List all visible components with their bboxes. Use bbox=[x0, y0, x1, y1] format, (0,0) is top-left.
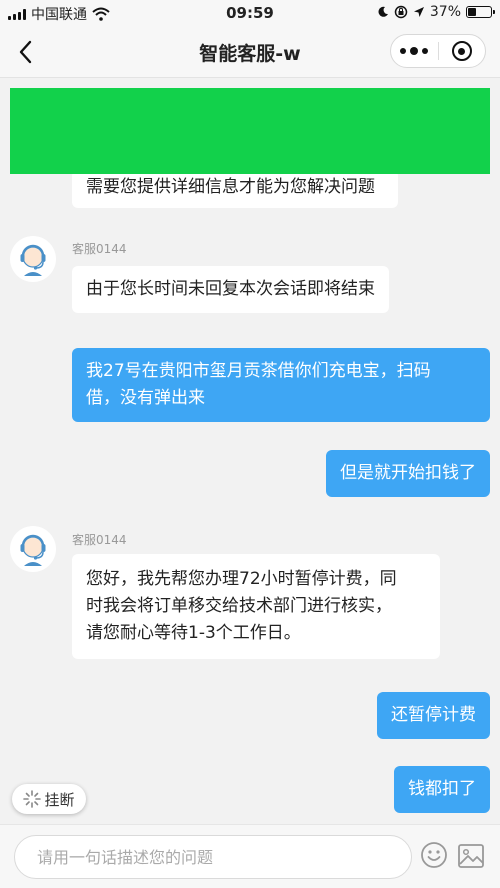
headset-agent-icon bbox=[11, 237, 55, 281]
emoji-icon[interactable] bbox=[420, 841, 448, 869]
image-icon[interactable] bbox=[457, 843, 485, 869]
message-text: 由于您长时间未回复本次会话即将结束 bbox=[86, 279, 375, 299]
moon-icon bbox=[378, 6, 388, 17]
input-bar bbox=[0, 824, 500, 888]
dot-icon bbox=[400, 48, 407, 54]
message-bubble-agent: 您好，我先帮您办理72小时暂停计费，同 时我会将订单移交给技术部门进行核实， 请… bbox=[72, 554, 440, 659]
location-arrow-icon bbox=[413, 7, 424, 17]
agent-name: 客服0144 bbox=[72, 242, 127, 256]
battery-icon bbox=[466, 6, 495, 18]
message-text-line: 借，没有弹出来 bbox=[86, 388, 205, 408]
message-text: 但是就开始扣钱了 bbox=[340, 463, 476, 483]
message-bubble-agent: 由于您长时间未回复本次会话即将结束 bbox=[72, 266, 389, 313]
close-miniapp-button[interactable] bbox=[439, 35, 486, 67]
headset-agent-icon bbox=[11, 527, 55, 571]
message-text-line: 时我会将订单移交给技术部门进行核实， bbox=[86, 596, 392, 616]
orientation-lock-icon bbox=[394, 5, 408, 19]
status-bar-right: 37% bbox=[377, 4, 495, 20]
message-text-line: 您好，我先帮您办理72小时暂停计费，同 bbox=[86, 569, 397, 589]
message-text-line: 请您耐心等待1-3个工作日。 bbox=[86, 623, 301, 643]
agent-name: 客服0144 bbox=[72, 533, 127, 547]
dot-icon bbox=[410, 47, 419, 55]
dot-icon bbox=[422, 48, 429, 54]
message-bubble-user: 但是就开始扣钱了 bbox=[326, 450, 490, 497]
message-input[interactable] bbox=[14, 835, 412, 879]
message-bubble-agent: 需要您提供详细信息才能为您解决问题 bbox=[72, 170, 398, 208]
message-text-line: 我27号在贵阳市玺月贡茶借你们充电宝，扫码 bbox=[86, 361, 431, 381]
hangup-label: 挂断 bbox=[44, 790, 75, 809]
message-bubble-user: 我27号在贵阳市玺月贡茶借你们充电宝，扫码 借，没有弹出来 bbox=[72, 348, 490, 422]
agent-avatar bbox=[10, 236, 56, 282]
message-bubble-user: 还暂停计费 bbox=[377, 692, 490, 739]
green-banner bbox=[10, 88, 490, 174]
message-text: 还暂停计费 bbox=[391, 705, 476, 725]
agent-avatar bbox=[10, 526, 56, 572]
status-bar: 中国联通 09:59 37% bbox=[0, 0, 500, 26]
target-icon bbox=[451, 41, 472, 61]
chat-area: 需要您提供详细信息才能为您解决问题 客服0144 由于您长时间未回复本次会话即将… bbox=[0, 78, 500, 824]
sparkle-icon bbox=[23, 790, 42, 808]
battery-level bbox=[468, 8, 477, 16]
more-options-button[interactable] bbox=[391, 35, 438, 67]
nav-bar: 智能客服-w bbox=[0, 26, 500, 78]
message-text: 需要您提供详细信息才能为您解决问题 bbox=[86, 177, 375, 197]
message-bubble-user: 钱都扣了 bbox=[394, 766, 490, 813]
miniapp-capsule bbox=[390, 34, 486, 68]
message-text: 钱都扣了 bbox=[408, 779, 476, 799]
battery-percent: 37% bbox=[429, 4, 461, 20]
hangup-button[interactable]: 挂断 bbox=[12, 784, 86, 814]
